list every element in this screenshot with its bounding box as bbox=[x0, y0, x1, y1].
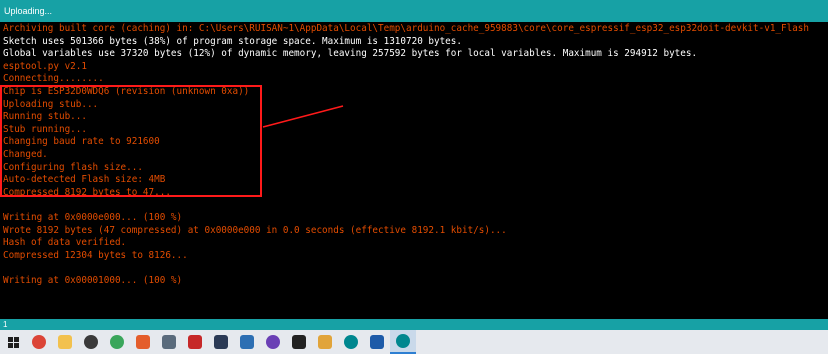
media-player-icon-glyph bbox=[84, 335, 98, 349]
upload-status-text: Uploading... bbox=[4, 6, 53, 16]
git-icon-glyph bbox=[136, 335, 150, 349]
green-circle-app-icon-glyph bbox=[110, 335, 124, 349]
console-line: Wrote 8192 bytes (47 compressed) at 0x00… bbox=[3, 224, 507, 236]
console-line: Archiving built core (caching) in: C:\Us… bbox=[3, 23, 809, 34]
monitor-icon[interactable] bbox=[286, 330, 312, 354]
terminal-icon[interactable] bbox=[208, 330, 234, 354]
notepad-icon-glyph bbox=[370, 335, 384, 349]
console-line: Running stub... bbox=[3, 111, 87, 123]
remote-desktop-icon-glyph bbox=[162, 335, 176, 349]
git-icon[interactable] bbox=[130, 330, 156, 354]
chrome-icon[interactable] bbox=[26, 330, 52, 354]
console-line: esptool.py v2.1 bbox=[3, 60, 87, 72]
console-line: Uploading stub... bbox=[3, 98, 99, 110]
arduino-icon-glyph bbox=[344, 335, 358, 349]
filezilla-icon[interactable] bbox=[182, 330, 208, 354]
windows-logo-icon bbox=[7, 336, 19, 348]
obs-icon[interactable] bbox=[260, 330, 286, 354]
file-explorer-icon-glyph bbox=[58, 335, 72, 349]
console-line: Hash of data verified. bbox=[3, 237, 127, 249]
console-line: Chip is ESP32D0WDQ6 (revision (unknown 0… bbox=[3, 86, 250, 97]
console-line: Writing at 0x00001000... (100 %) bbox=[3, 275, 183, 286]
document-icon-glyph bbox=[318, 335, 332, 349]
console-output[interactable]: Archiving built core (caching) in: C:\Us… bbox=[0, 22, 828, 312]
console-line: Changed. bbox=[3, 149, 48, 160]
obs-icon-glyph bbox=[266, 335, 280, 349]
console-line: Changing baud rate to 921600 bbox=[3, 136, 160, 148]
green-circle-app-icon[interactable] bbox=[104, 330, 130, 354]
windows-start-icon[interactable] bbox=[0, 330, 26, 354]
console-line: Connecting........ bbox=[3, 73, 104, 85]
line-number: 1 bbox=[3, 320, 8, 329]
windows-taskbar bbox=[0, 330, 828, 354]
console-line: Sketch uses 501366 bytes (38%) of progra… bbox=[3, 35, 462, 47]
notepad-icon[interactable] bbox=[364, 330, 390, 354]
line-number-indicator: 1 bbox=[0, 319, 828, 330]
console-line: Writing at 0x0000e000... (100 %) bbox=[3, 212, 183, 223]
console-line: Stub running... bbox=[3, 123, 87, 135]
console-line: Compressed 12304 bytes to 8126... bbox=[3, 249, 188, 261]
chrome-icon-glyph bbox=[32, 335, 46, 349]
console-line: Compressed 8192 bytes to 47... bbox=[3, 186, 171, 198]
document-icon[interactable] bbox=[312, 330, 338, 354]
filezilla-icon-glyph bbox=[188, 335, 202, 349]
arduino-active-icon-glyph bbox=[396, 334, 410, 348]
ide-icon[interactable] bbox=[234, 330, 260, 354]
console-line: Global variables use 37320 bytes (12%) o… bbox=[3, 48, 698, 60]
file-explorer-icon[interactable] bbox=[52, 330, 78, 354]
media-player-icon[interactable] bbox=[78, 330, 104, 354]
upload-status-bar: Uploading... bbox=[0, 0, 828, 22]
console-line: Auto-detected Flash size: 4MB bbox=[3, 174, 166, 186]
ide-icon-glyph bbox=[240, 335, 254, 349]
arduino-active-icon[interactable] bbox=[390, 330, 416, 354]
monitor-icon-glyph bbox=[292, 335, 306, 349]
terminal-icon-glyph bbox=[214, 335, 228, 349]
remote-desktop-icon[interactable] bbox=[156, 330, 182, 354]
arduino-icon[interactable] bbox=[338, 330, 364, 354]
console-line: Configuring flash size... bbox=[3, 161, 143, 173]
